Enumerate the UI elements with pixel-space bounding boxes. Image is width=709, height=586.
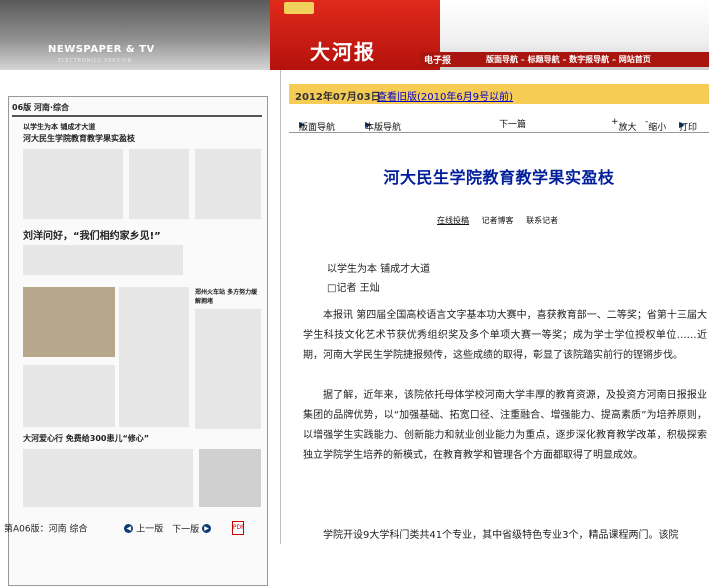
nav-digital-paper-navigation[interactable]: 数字报导航 <box>569 55 609 64</box>
page-headline-5[interactable]: 郑州火车站 多方努力缓解拥堵 <box>195 287 261 305</box>
nav-site-home[interactable]: 网站首页 <box>619 55 651 64</box>
site-logo-icon <box>284 2 314 14</box>
site-header: NEWSPAPER & TV ELECTRONICS VERSION 大河报 电… <box>0 0 709 70</box>
article-navbar: ▶ 版面导航 ▶ 本版导航 下一篇 + 放大 - 缩小 ▶ 打印 <box>289 114 709 133</box>
pdf-icon[interactable]: PDF <box>231 521 245 535</box>
submit-online-link[interactable]: 在线投稿 <box>437 216 469 225</box>
page-label: 第A06版：河南 综合 <box>4 524 88 535</box>
article-tools: 在线投稿 记者博客 联系记者 <box>437 215 568 226</box>
reporter-blog-link[interactable]: 记者博客 <box>482 216 514 225</box>
prev-page-icon[interactable]: ◀ <box>124 523 134 533</box>
old-issue-link[interactable]: 查看旧版(2010年6月9号以前) <box>377 88 513 103</box>
zoom-in-button[interactable]: + 放大 <box>611 117 637 133</box>
brand-logo-text: 大河报 <box>310 40 376 64</box>
article-subtitle: 以学生为本 铺成才大道 <box>327 264 431 275</box>
zoom-out-button[interactable]: - 缩小 <box>645 117 666 133</box>
article-panel: 2012年07月03日 查看旧版(2010年6月9号以前) ▶ 版面导航 ▶ 本版导… <box>289 70 709 544</box>
epaper-label: 电子报 <box>424 56 452 66</box>
page-headline-1[interactable]: 以学生为本 铺成才大道 <box>23 122 95 132</box>
issue-date: 2012年07月03日 <box>295 92 381 103</box>
date-bar: 2012年07月03日 查看旧版(2010年6月9号以前) <box>289 84 709 104</box>
header-nav-bar: 电子报 版面导航 – 标题导航 – 数字报导航 – 网站首页 <box>420 52 709 67</box>
english-title: NEWSPAPER & TV <box>48 44 155 55</box>
next-article-link[interactable]: 下一篇 <box>499 117 526 130</box>
prev-page-link[interactable]: 上一版 <box>136 525 163 535</box>
brand-banner[interactable]: 大河报 <box>270 0 440 70</box>
page-headline-4[interactable]: 大河爱心行 免费给300患儿“修心” <box>23 433 149 444</box>
page-headline-2[interactable]: 河大民生学院教育教学果实盈枝 <box>23 133 135 144</box>
newspaper-page-panel: 06版 河南·综合 以学生为本 铺成才大道 河大民生学院教育教学果实盈枝 刘洋问… <box>0 70 281 586</box>
newspaper-page-image[interactable]: 06版 河南·综合 以学生为本 铺成才大道 河大民生学院教育教学果实盈枝 刘洋问… <box>8 96 268 586</box>
contact-reporter-link[interactable]: 联系记者 <box>526 216 558 225</box>
page-pager: 第A06版：河南 综合 ◀ 上一版 下一版 ▶ PDF <box>4 521 280 535</box>
next-page-icon[interactable]: ▶ <box>202 523 212 533</box>
next-page-link[interactable]: 下一版 <box>172 525 199 535</box>
nav-title-navigation[interactable]: 标题导航 <box>528 55 560 64</box>
english-subtitle: ELECTRONICS VERSION <box>58 58 133 64</box>
header-nav-links: 版面导航 – 标题导航 – 数字报导航 – 网站首页 <box>486 55 651 64</box>
page-headline-3[interactable]: 刘洋问好，“我们相约家乡见!” <box>23 227 161 242</box>
header-left-banner: NEWSPAPER & TV ELECTRONICS VERSION <box>0 0 270 70</box>
article-title: 河大民生学院教育教学果实盈枝 <box>383 168 615 187</box>
nav-page-navigation[interactable]: 版面导航 <box>486 55 518 64</box>
page-meta: 06版 河南·综合 <box>12 103 69 112</box>
article-paragraph-2: 据了解，近年来，该院依托母体学校河南大学丰厚的教育资源，及投资方河南日报报业集团… <box>303 390 707 461</box>
article-paragraph-1: 本报讯 第四届全国高校语言文字基本功大赛中，喜获教育部一、二等奖；省第十三届大学… <box>303 310 707 361</box>
article-reporter: □记者 王灿 <box>327 283 380 294</box>
article-paragraph-3: 学院开设9大学科门类共41个专业，其中省级特色专业3个，精品课程两门。该院 <box>323 530 679 541</box>
